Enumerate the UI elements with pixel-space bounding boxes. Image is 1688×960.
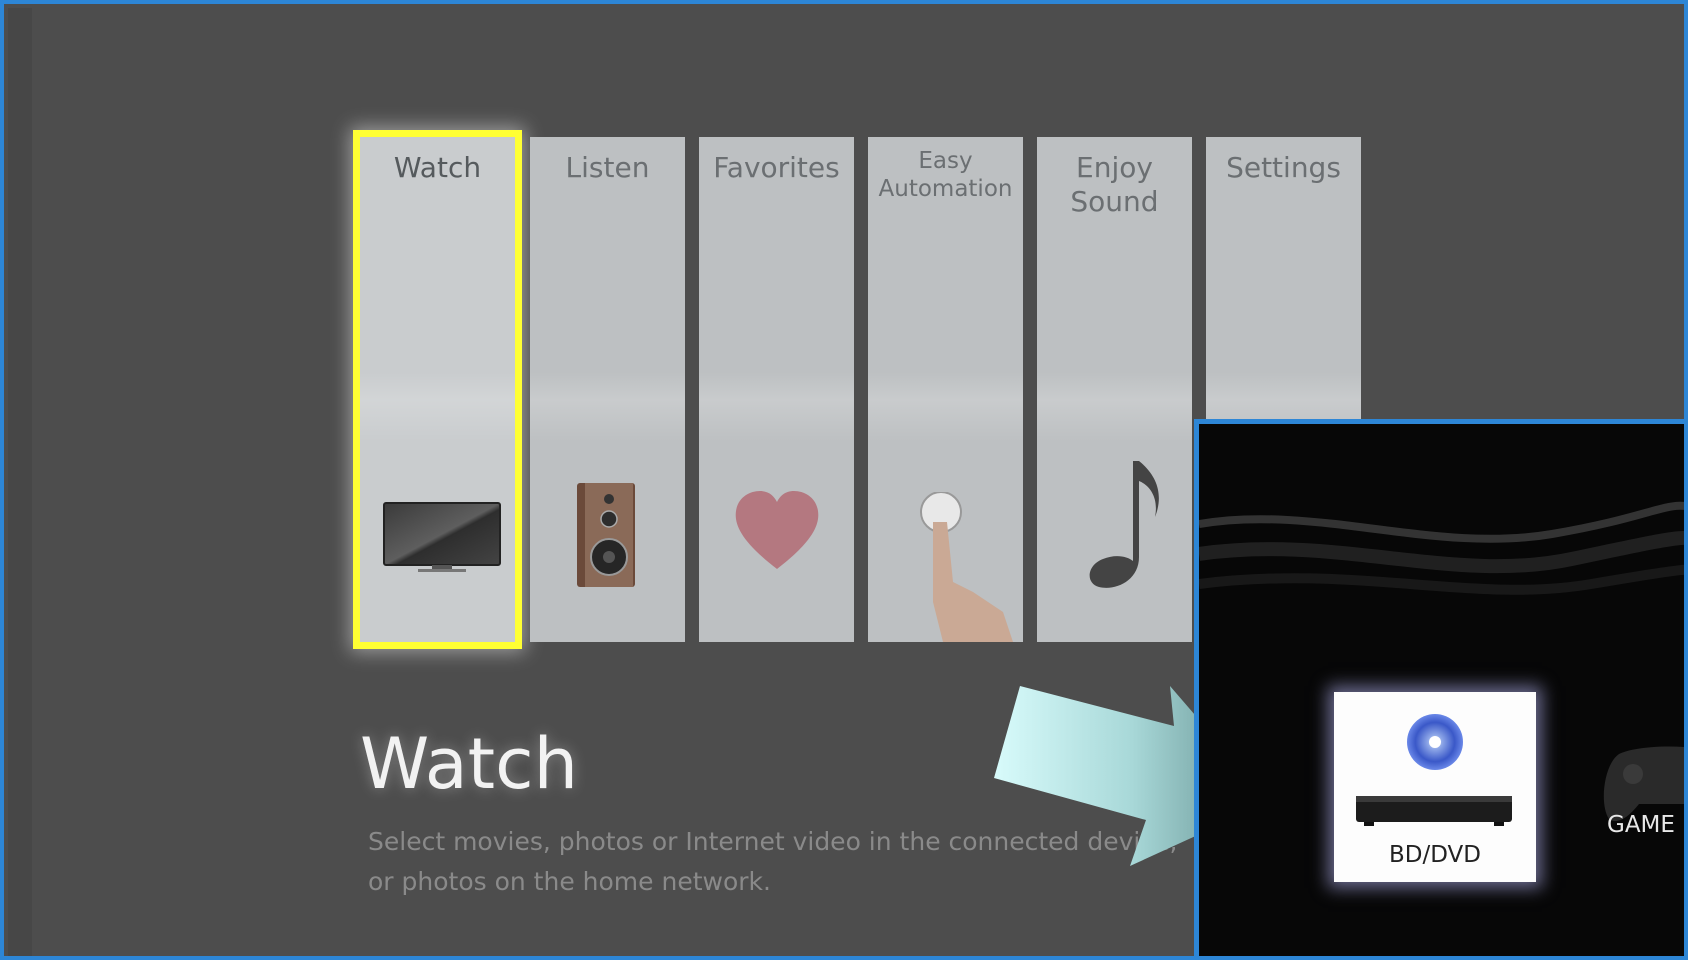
music-note-icon — [1089, 461, 1159, 588]
speaker-icon — [577, 483, 635, 587]
menu-item-watch[interactable]: Watch — [353, 130, 522, 649]
left-edge-strip — [8, 8, 32, 956]
wave-decoration — [1199, 501, 1684, 595]
menu-item-label: Listen — [565, 151, 650, 184]
menu-item-enjoy-sound[interactable]: Enjoy Sound — [1037, 137, 1192, 642]
input-card-label[interactable]: GAME — [1607, 812, 1675, 838]
menu-item-label: Settings — [1226, 151, 1341, 184]
menu-item-label: Watch — [393, 151, 482, 184]
menu-item-easy-automation[interactable]: Easy Automation — [868, 137, 1023, 642]
menu-item-favorites[interactable]: Favorites — [699, 137, 854, 642]
finger-button-icon — [920, 492, 1013, 642]
gamepad-icon — [1603, 746, 1684, 822]
screenshot-frame: Watch Listen Favorites Easy Automation E… — [0, 0, 1688, 960]
selected-item-title: Watch — [360, 723, 578, 805]
tv-icon — [383, 502, 501, 572]
input-card-bd-dvd[interactable]: BD/DVD — [1334, 692, 1536, 882]
menu-item-label: Enjoy Sound — [1070, 151, 1159, 218]
bd-dvd-player-icon — [1356, 714, 1512, 826]
menu-item-label: Easy Automation — [878, 148, 1013, 202]
menu-item-listen[interactable]: Listen — [530, 137, 685, 642]
input-card-label: BD/DVD — [1389, 842, 1481, 868]
input-select-popup: BD/DVD GAME — [1194, 419, 1684, 956]
heart-icon — [735, 491, 819, 569]
menu-item-label: Favorites — [713, 151, 840, 184]
